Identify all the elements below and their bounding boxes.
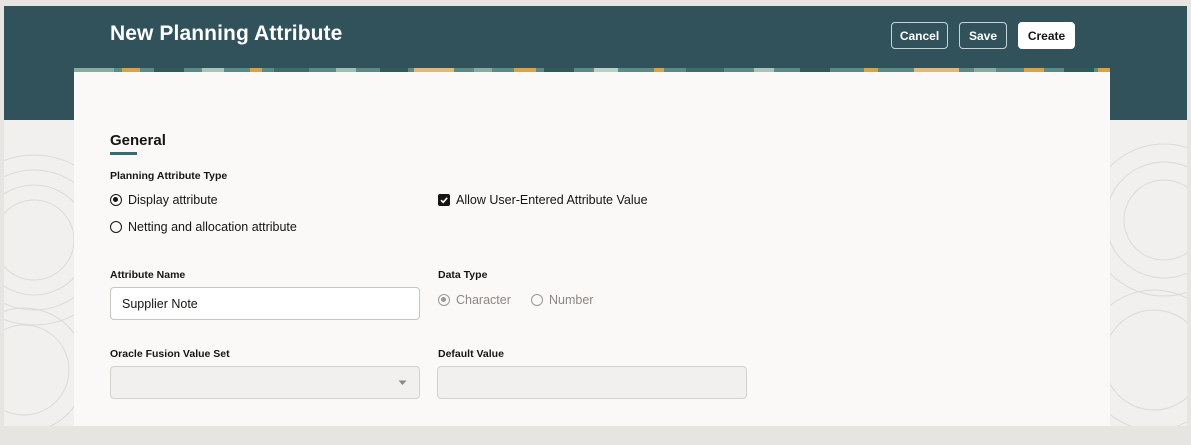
allow-user-entered-checkbox[interactable]: Allow User-Entered Attribute Value <box>438 193 648 207</box>
data-type-label: Data Type <box>438 269 488 281</box>
radio-netting-allocation-label: Netting and allocation attribute <box>128 220 297 234</box>
radio-number-label: Number <box>549 293 594 307</box>
allow-user-entered-label: Allow User-Entered Attribute Value <box>456 193 648 207</box>
radio-display-attribute[interactable]: Display attribute <box>110 193 218 207</box>
checkbox-checked-icon[interactable] <box>438 194 450 206</box>
default-value-label: Default Value <box>438 348 504 360</box>
form-card: General Planning Attribute Type Display … <box>74 72 1110 426</box>
radio-character[interactable]: Character <box>438 293 511 307</box>
cancel-button[interactable]: Cancel <box>891 22 948 49</box>
default-value-field[interactable] <box>437 366 747 399</box>
save-button[interactable]: Save <box>959 22 1007 49</box>
planning-attribute-type-label: Planning Attribute Type <box>110 170 228 182</box>
radio-selected-disabled-icon[interactable] <box>438 294 450 306</box>
section-title-general: General <box>110 132 166 149</box>
chevron-down-icon <box>398 380 407 385</box>
radio-display-attribute-label: Display attribute <box>128 193 218 207</box>
radio-netting-allocation-attribute[interactable]: Netting and allocation attribute <box>110 220 297 234</box>
radio-selected-icon[interactable] <box>110 194 122 206</box>
section-underline <box>110 152 137 155</box>
radio-unselected-disabled-icon[interactable] <box>531 294 543 306</box>
radio-unselected-icon[interactable] <box>110 221 122 233</box>
page-frame: New Planning Attribute Cancel Save Creat… <box>4 6 1187 426</box>
attribute-name-input[interactable] <box>110 287 420 320</box>
page-title: New Planning Attribute <box>110 22 343 45</box>
attribute-name-label: Attribute Name <box>110 269 186 281</box>
create-button[interactable]: Create <box>1018 22 1075 49</box>
radio-character-label: Character <box>456 293 511 307</box>
value-set-label: Oracle Fusion Value Set <box>110 348 230 360</box>
value-set-select[interactable] <box>110 366 420 399</box>
radio-number[interactable]: Number <box>531 293 593 307</box>
